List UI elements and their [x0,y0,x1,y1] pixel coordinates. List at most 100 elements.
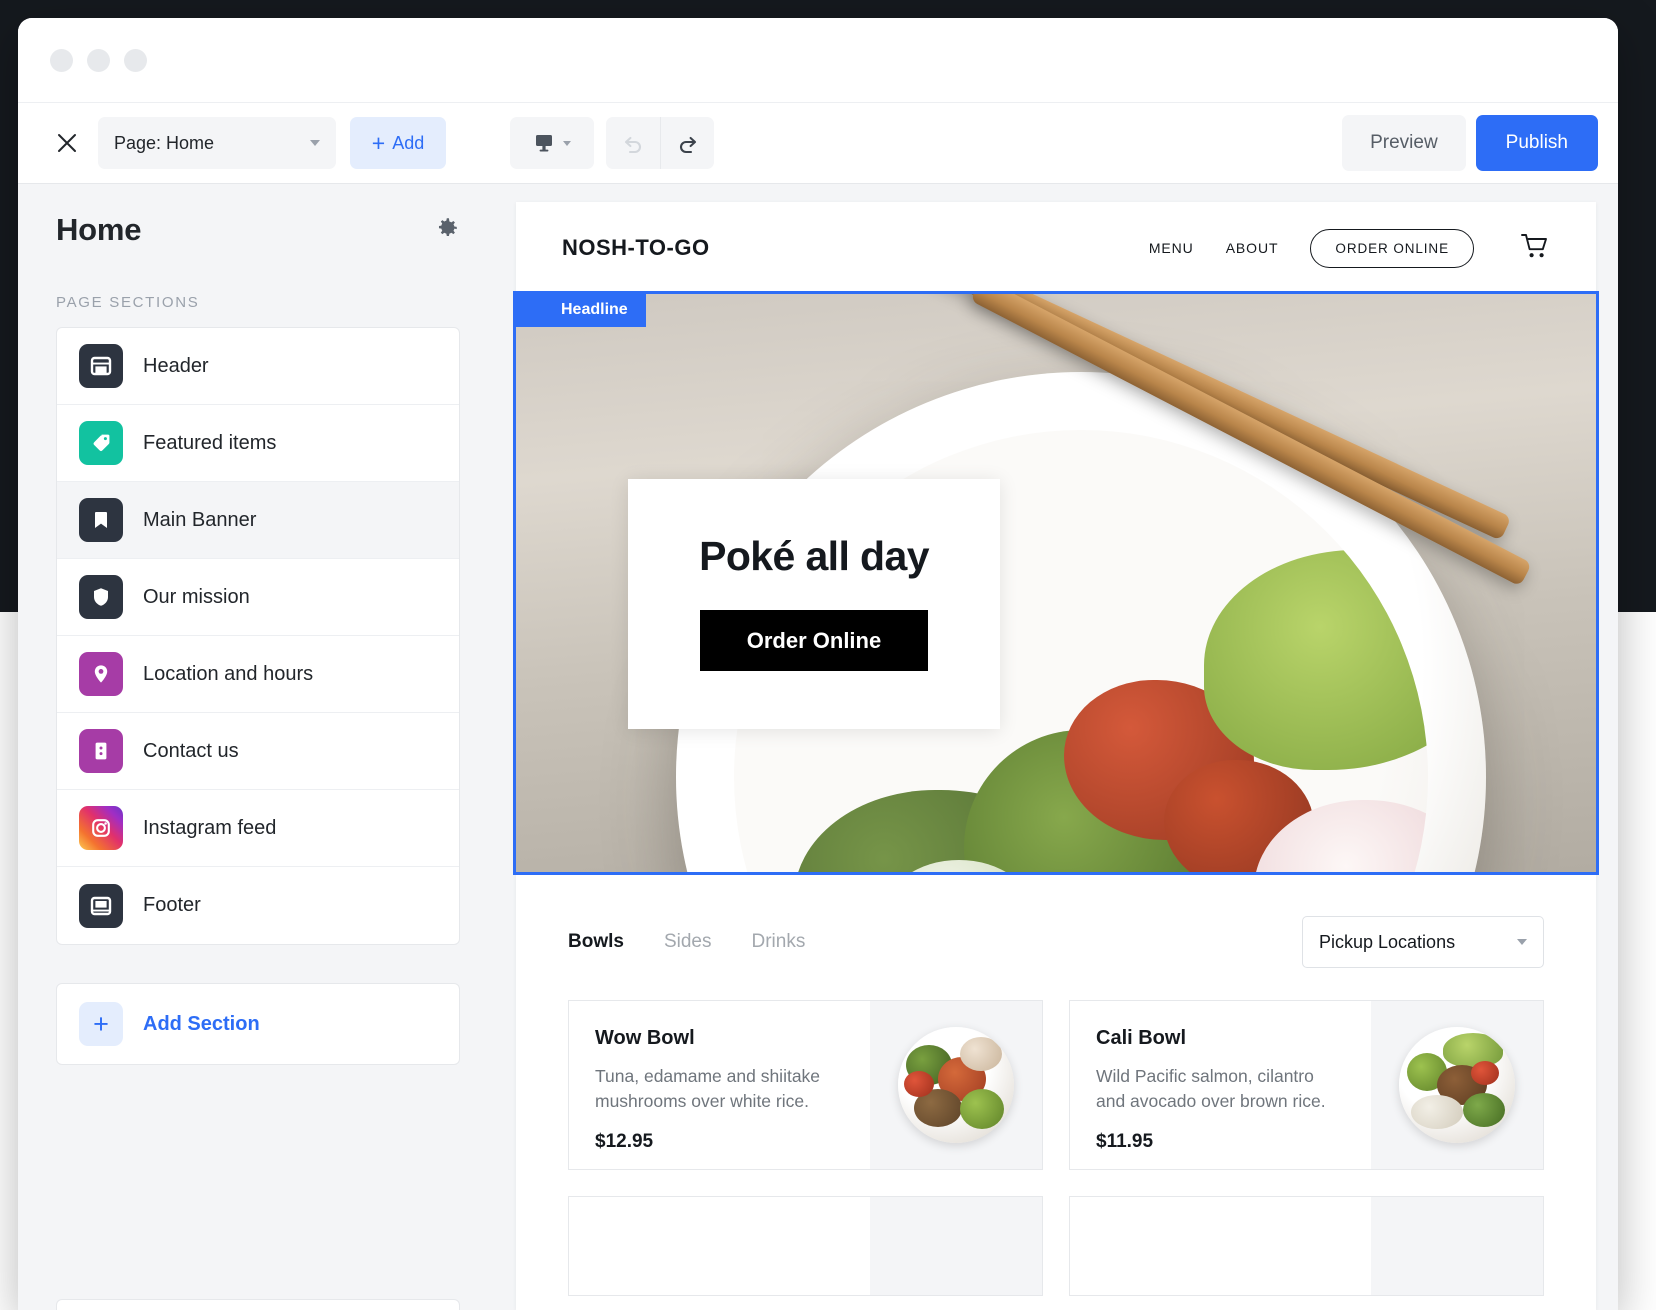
menu-item-price: $11.95 [1096,1130,1154,1152]
redo-icon [679,136,696,154]
footer-layout-icon [79,883,123,928]
bookmark-icon [79,498,123,542]
chevron-down-icon [310,140,320,146]
window-close-dot[interactable] [50,48,73,72]
close-editor-button[interactable] [46,122,88,164]
sidebar-item-label: Contact us [143,739,239,762]
redo-button[interactable] [660,117,714,169]
publish-button-label: Publish [1505,132,1568,153]
add-button-label: Add [392,132,425,153]
site-design-button[interactable]: Site design [57,1300,459,1310]
page-settings-button[interactable] [434,215,460,246]
page-sections-list: Header Featured items Main Banner Our mi… [56,327,460,945]
main-banner-section[interactable]: Headline Poké all day Order Online [513,291,1599,875]
site-design-card: Site design [56,1299,460,1310]
tab-sides[interactable]: Sides [664,931,712,953]
menu-section: Bowls Sides Drinks Pickup Locations Wow … [516,872,1596,1296]
sidebar-item-label: Main Banner [143,508,257,531]
sidebar-item-featured-items[interactable]: Featured items [57,405,459,482]
editor-toolbar: Page: Home + Add Preview Publish [18,102,1618,184]
menu-item-text [569,1197,870,1295]
site-preview: NOSH-TO-GO MENU ABOUT ORDER ONLINE Headl… [513,202,1599,1310]
menu-item-description: Wild Pacific salmon, cilantro and avocad… [1096,1066,1326,1112]
menu-item-thumbnail [1371,1001,1543,1169]
menu-item-card[interactable] [568,1196,1043,1296]
tab-drinks[interactable]: Drinks [751,931,805,953]
menu-item-card[interactable] [1069,1196,1544,1296]
add-button[interactable]: + Add [350,117,446,169]
pickup-locations-select[interactable]: Pickup Locations [1302,916,1544,968]
plus-icon: + [79,1002,123,1046]
publish-button[interactable]: Publish [1475,115,1598,171]
shopping-cart-icon[interactable] [1520,232,1550,265]
sidebar-item-label: Header [143,354,209,377]
sidebar-item-contact-us[interactable]: Contact us [57,713,459,790]
hero-banner[interactable]: Headline Poké all day Order Online [513,291,1599,875]
map-pin-icon [79,652,123,696]
tab-bowls[interactable]: Bowls [568,931,624,953]
section-tag-badge: Headline [516,294,646,327]
page-sections-label: PAGE SECTIONS [56,294,200,311]
sidebar-item-footer[interactable]: Footer [57,867,459,944]
add-section-button[interactable]: + Add Section [57,984,459,1064]
plus-icon: + [371,129,386,156]
menu-item-price: $12.95 [595,1130,654,1152]
menu-item-photo [1399,1027,1515,1143]
menu-items-row-partial [568,1196,1544,1296]
editor-body: Home PAGE SECTIONS Header Featured items… [18,184,1618,1310]
sidebar-item-main-banner[interactable]: Main Banner [57,482,459,559]
menu-item-description: Tuna, edamame and shiitake mushrooms ove… [595,1066,821,1112]
sidebar-item-header[interactable]: Header [57,328,459,405]
page-selector-value: Page: Home [114,132,215,153]
preview-button-label: Preview [1370,132,1438,153]
sidebar-item-label: Featured items [143,431,277,454]
close-icon [58,134,76,152]
gear-icon [438,217,457,236]
menu-item-photo [898,1027,1014,1143]
menu-toolbar: Bowls Sides Drinks Pickup Locations [568,916,1544,968]
add-section-card: + Add Section [56,983,460,1065]
tag-icon [79,421,123,465]
menu-item-text [1070,1197,1371,1295]
menu-item-thumbnail [1371,1197,1543,1295]
nav-link-about[interactable]: ABOUT [1226,240,1279,256]
sidebar-item-label: Our mission [143,585,250,608]
menu-item-card[interactable]: Wow Bowl Tuna, edamame and shiitake mush… [568,1000,1043,1170]
sidebar-item-our-mission[interactable]: Our mission [57,559,459,636]
site-nav: NOSH-TO-GO MENU ABOUT ORDER ONLINE [516,202,1596,294]
order-online-pill[interactable]: ORDER ONLINE [1310,228,1474,268]
sidebar-item-instagram-feed[interactable]: Instagram feed [57,790,459,867]
menu-tabs: Bowls Sides Drinks [568,931,805,953]
site-brand: NOSH-TO-GO [562,235,710,260]
shield-icon [79,575,123,619]
browser-window: Page: Home + Add Preview Publish Home PA… [18,18,1618,1310]
menu-item-thumbnail [870,1001,1042,1169]
hero-order-online-button[interactable]: Order Online [700,610,928,671]
menu-item-thumbnail [870,1197,1042,1295]
device-preview-button[interactable] [510,117,594,169]
sidebar-header: Home [56,184,460,248]
menu-item-name: Cali Bowl [1096,1027,1187,1049]
sidebar-item-label: Location and hours [143,662,314,685]
menu-item-card[interactable]: Cali Bowl Wild Pacific salmon, cilantro … [1069,1000,1544,1170]
header-layout-icon [79,344,123,388]
page-selector[interactable]: Page: Home [98,117,336,169]
menu-item-name: Wow Bowl [595,1027,695,1049]
sidebar-item-label: Footer [143,894,201,916]
nav-link-menu[interactable]: MENU [1149,240,1194,256]
preview-canvas: NOSH-TO-GO MENU ABOUT ORDER ONLINE Headl… [498,184,1618,1310]
pickup-locations-value: Pickup Locations [1319,931,1456,952]
window-maximize-dot[interactable] [124,48,147,72]
page-title: Home [56,212,142,247]
undo-button[interactable] [606,117,660,169]
toolbar-tool-group [510,117,714,169]
chevron-down-icon [1517,939,1527,945]
menu-item-text: Wow Bowl Tuna, edamame and shiitake mush… [569,1001,870,1169]
window-titlebar [18,18,1618,102]
instagram-icon [79,806,123,850]
preview-button[interactable]: Preview [1342,115,1466,171]
desktop-icon [536,135,552,152]
window-minimize-dot[interactable] [87,48,110,72]
menu-item-text: Cali Bowl Wild Pacific salmon, cilantro … [1070,1001,1371,1169]
sidebar-item-location-and-hours[interactable]: Location and hours [57,636,459,713]
